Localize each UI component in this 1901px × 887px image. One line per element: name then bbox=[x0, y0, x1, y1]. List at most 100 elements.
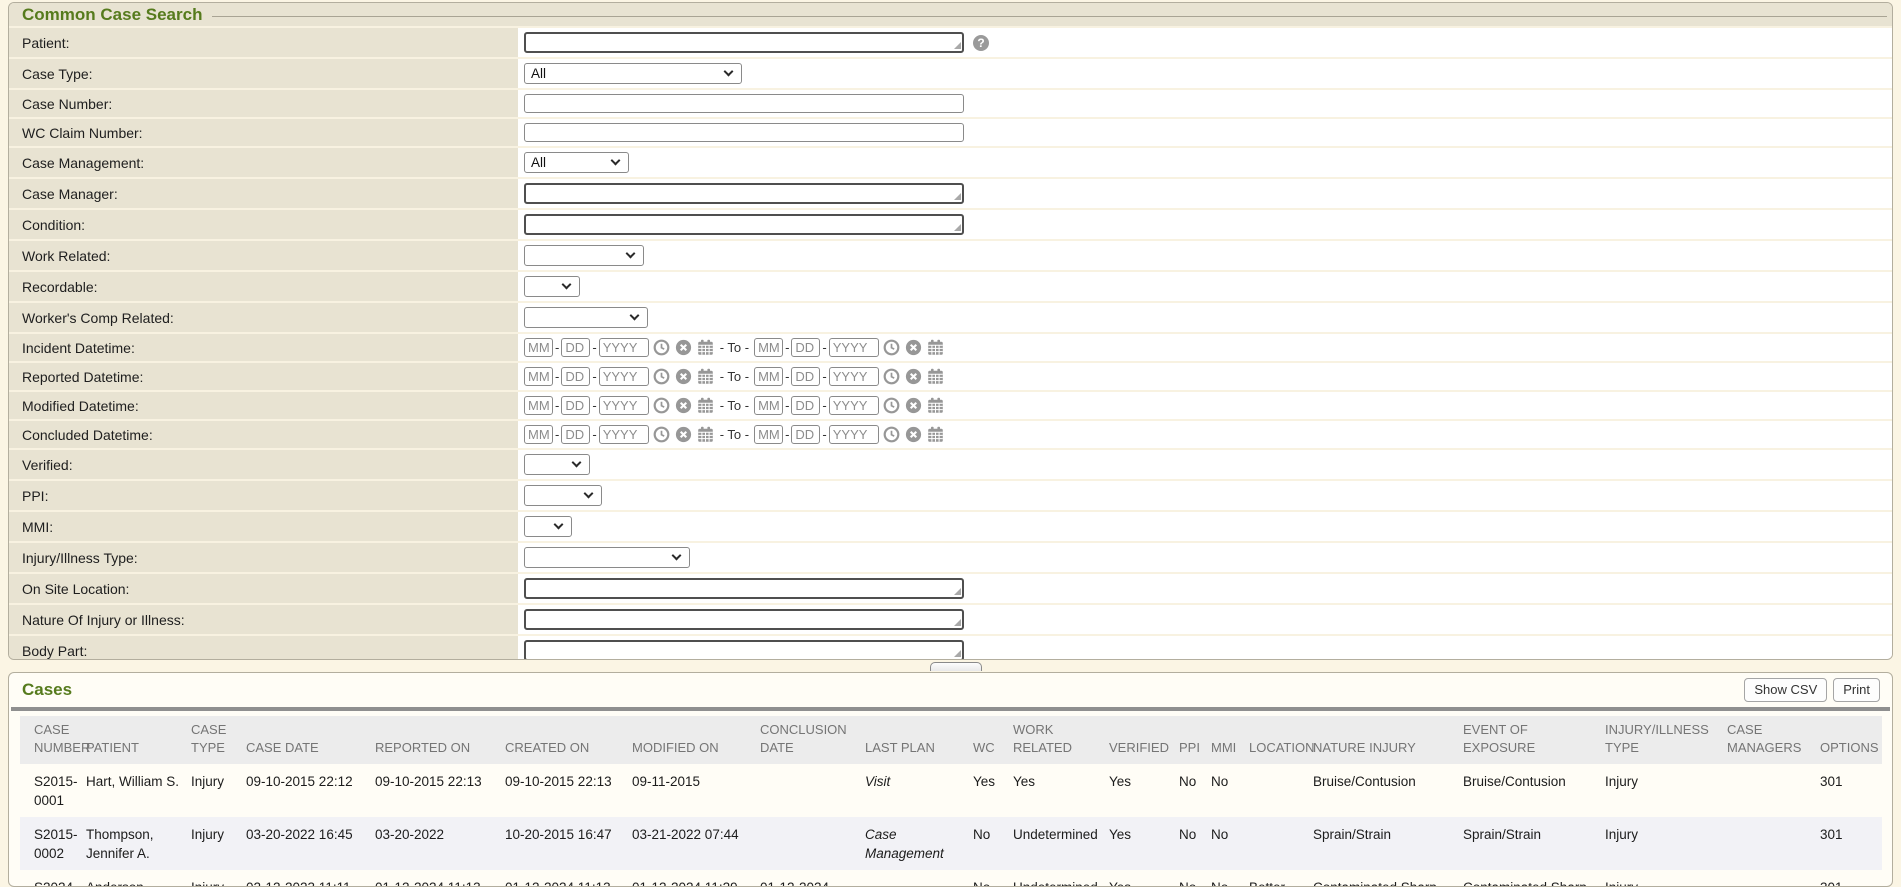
incident-datetime-to-month-input[interactable] bbox=[754, 338, 783, 357]
recordable-select[interactable] bbox=[524, 276, 580, 297]
incident-datetime-to-day-input[interactable] bbox=[791, 338, 820, 357]
reported-datetime-to-year-input[interactable] bbox=[829, 367, 879, 386]
condition-input[interactable] bbox=[524, 214, 964, 235]
reported-datetime-to-day-input[interactable] bbox=[791, 367, 820, 386]
incident-datetime-to-year-input[interactable] bbox=[829, 338, 879, 357]
concluded-datetime-from-month-input[interactable] bbox=[524, 425, 553, 444]
print-button[interactable]: Print bbox=[1833, 678, 1880, 702]
concluded-datetime-from-date-group: -- bbox=[524, 425, 715, 444]
condition-input-wrapper bbox=[524, 214, 964, 235]
concluded-datetime-to-month-input[interactable] bbox=[754, 425, 783, 444]
calendar-icon[interactable] bbox=[697, 397, 714, 414]
clear-icon[interactable] bbox=[905, 368, 922, 385]
incident-datetime-to-label: - To - bbox=[720, 340, 749, 355]
work-related-select[interactable] bbox=[524, 245, 644, 266]
date-separator: - bbox=[555, 398, 559, 413]
clear-icon[interactable] bbox=[905, 339, 922, 356]
incident-datetime-from-day-input[interactable] bbox=[561, 338, 590, 357]
reported-on-cell: 01-12-2024 11:13 bbox=[375, 870, 505, 887]
clock-icon[interactable] bbox=[653, 368, 670, 385]
column-header-event-of-exposure: EVENT OF EXPOSURE bbox=[1463, 716, 1605, 763]
worker-s-comp-related-select[interactable] bbox=[524, 307, 648, 328]
clock-icon[interactable] bbox=[653, 426, 670, 443]
chevron-down-icon bbox=[724, 67, 734, 77]
case-number-input[interactable] bbox=[524, 94, 964, 113]
on-site-location-input[interactable] bbox=[524, 578, 964, 599]
calendar-icon[interactable] bbox=[927, 426, 944, 443]
clock-icon[interactable] bbox=[653, 339, 670, 356]
modified-datetime-to-month-input[interactable] bbox=[754, 396, 783, 415]
cases-panel-header: Cases Show CSV Print bbox=[9, 673, 1892, 705]
injury-illness-type-cell: Injury bbox=[1605, 817, 1727, 870]
reported-datetime-from-day-input[interactable] bbox=[561, 367, 590, 386]
nature-of-injury-or-illness-input[interactable] bbox=[524, 609, 964, 630]
clear-icon[interactable] bbox=[905, 397, 922, 414]
reported-datetime-from-year-input[interactable] bbox=[599, 367, 649, 386]
case-type-cell: Injury bbox=[191, 817, 246, 870]
mmi-select[interactable] bbox=[524, 516, 572, 537]
calendar-icon[interactable] bbox=[697, 339, 714, 356]
clock-icon[interactable] bbox=[653, 397, 670, 414]
body-part-input[interactable] bbox=[524, 640, 964, 660]
form-row-verified: Verified: bbox=[9, 450, 1892, 479]
column-header-nature-injury: NATURE INJURY bbox=[1313, 716, 1463, 763]
form-row-ppi: PPI: bbox=[9, 481, 1892, 510]
form-row-body-part: Body Part: bbox=[9, 636, 1892, 660]
calendar-icon[interactable] bbox=[927, 368, 944, 385]
calendar-icon[interactable] bbox=[927, 397, 944, 414]
conclusion-date-cell bbox=[760, 764, 865, 817]
clear-icon[interactable] bbox=[675, 339, 692, 356]
case-number-cell: S2015-0001 bbox=[20, 764, 86, 817]
clear-icon[interactable] bbox=[905, 426, 922, 443]
modified-datetime-from-year-input[interactable] bbox=[599, 396, 649, 415]
form-row-case-manager: Case Manager: bbox=[9, 179, 1892, 208]
reported-datetime-from-month-input[interactable] bbox=[524, 367, 553, 386]
options-cell: 301 bbox=[1820, 817, 1882, 870]
calendar-icon[interactable] bbox=[697, 426, 714, 443]
concluded-datetime-to-year-input[interactable] bbox=[829, 425, 879, 444]
concluded-datetime-to-day-input[interactable] bbox=[791, 425, 820, 444]
ppi-select[interactable] bbox=[524, 485, 602, 506]
incident-datetime-from-month-input[interactable] bbox=[524, 338, 553, 357]
cases-panel: Cases Show CSV Print CASE NUMBERPATIENTC… bbox=[8, 672, 1893, 887]
case-date-cell: 09-10-2015 22:12 bbox=[246, 764, 375, 817]
date-separator: - bbox=[555, 340, 559, 355]
reported-on-cell: 03-20-2022 bbox=[375, 817, 505, 870]
calendar-icon[interactable] bbox=[927, 339, 944, 356]
on-site-location-label: On Site Location: bbox=[9, 574, 518, 603]
concluded-datetime-from-day-input[interactable] bbox=[561, 425, 590, 444]
chevron-down-icon bbox=[630, 311, 640, 321]
modified-datetime-from-month-input[interactable] bbox=[524, 396, 553, 415]
clear-icon[interactable] bbox=[675, 368, 692, 385]
clock-icon[interactable] bbox=[883, 426, 900, 443]
modified-datetime-to-day-input[interactable] bbox=[791, 396, 820, 415]
modified-datetime-to-year-input[interactable] bbox=[829, 396, 879, 415]
show-csv-button[interactable]: Show CSV bbox=[1744, 678, 1827, 702]
injury-illness-type-select[interactable] bbox=[524, 547, 690, 568]
incident-datetime-from-year-input[interactable] bbox=[599, 338, 649, 357]
help-icon[interactable]: ? bbox=[973, 35, 989, 51]
clear-icon[interactable] bbox=[675, 426, 692, 443]
table-row: S2015-0002Thompson, Jennifer A.Injury03-… bbox=[20, 817, 1882, 870]
case-type-label: Case Type: bbox=[9, 59, 518, 88]
verified-select[interactable] bbox=[524, 454, 590, 475]
clock-icon[interactable] bbox=[883, 368, 900, 385]
date-separator: - bbox=[555, 369, 559, 384]
calendar-icon[interactable] bbox=[697, 368, 714, 385]
concluded-datetime-from-year-input[interactable] bbox=[599, 425, 649, 444]
modified-datetime-from-day-input[interactable] bbox=[561, 396, 590, 415]
reported-datetime-to-month-input[interactable] bbox=[754, 367, 783, 386]
case-type-select[interactable]: All bbox=[524, 63, 742, 84]
clock-icon[interactable] bbox=[883, 339, 900, 356]
search-button-clipped[interactable] bbox=[930, 662, 982, 671]
search-form: Patient:?Case Type:AllCase Number:WC Cla… bbox=[9, 26, 1892, 660]
wc-claim-number-input[interactable] bbox=[524, 123, 964, 142]
patient-cell: Thompson, Jennifer A. bbox=[86, 817, 191, 870]
case-management-select[interactable]: All bbox=[524, 152, 629, 173]
clock-icon[interactable] bbox=[883, 397, 900, 414]
case-manager-input[interactable] bbox=[524, 183, 964, 204]
clear-icon[interactable] bbox=[675, 397, 692, 414]
patient-input[interactable] bbox=[524, 32, 964, 53]
options-cell: 301 bbox=[1820, 764, 1882, 817]
incident-datetime-field-cell: --- To --- bbox=[518, 334, 1892, 361]
